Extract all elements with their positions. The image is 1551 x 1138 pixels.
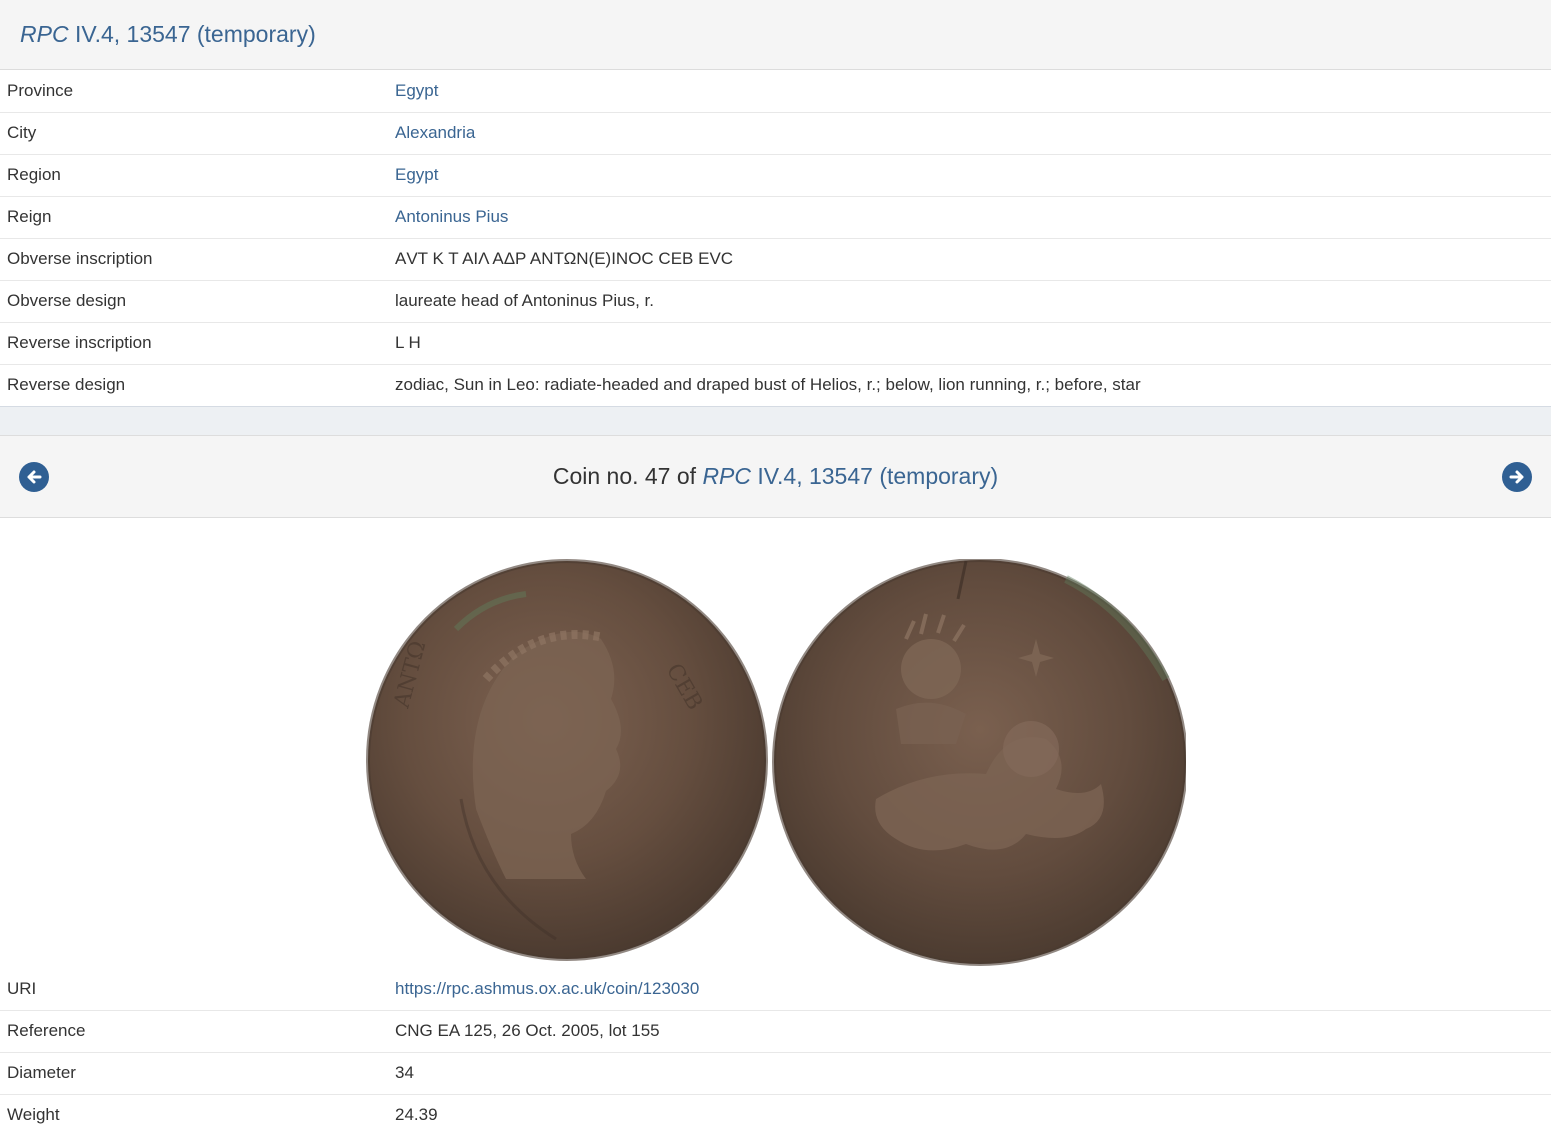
province-label: Province [7, 80, 74, 100]
table-row: Region Egypt [0, 153, 1551, 196]
coin-image-area: ΑΝΤΩ ϹΕΒ [0, 518, 1551, 968]
uri-link[interactable]: https://rpc.ashmus.ox.ac.uk/coin/123030 [395, 979, 699, 998]
next-coin-button[interactable] [1502, 461, 1532, 492]
type-details-panel: Province Egypt City Alexandria Region Eg… [0, 70, 1551, 407]
coin-reverse [772, 559, 1186, 966]
province-link[interactable]: Egypt [395, 81, 438, 100]
coin-type-link[interactable]: RPC IV.4, 13547 (temporary) [702, 463, 998, 489]
coin-nav-header: Coin no. 47 of RPC IV.4, 13547 (temporar… [0, 435, 1551, 518]
type-title-rest: IV.4, 13547 (temporary) [68, 21, 316, 47]
reverse-design-label: Reverse design [0, 363, 388, 406]
weight-label: Weight [0, 1093, 388, 1136]
region-link[interactable]: Egypt [395, 165, 438, 184]
arrow-circle-right-icon [1509, 470, 1524, 483]
diameter-label: Diameter [0, 1051, 388, 1094]
coin-image[interactable]: ΑΝΤΩ ϹΕΒ [366, 559, 1186, 969]
table-row: Weight 24.39 [0, 1093, 1551, 1136]
reign-link[interactable]: Antoninus Pius [395, 207, 508, 226]
uri-label: URI [7, 978, 37, 998]
table-row: Obverse inscription ΑVΤ Κ Τ ΑΙΛ ΑΔΡ ΑΝΤΩ… [0, 237, 1551, 280]
type-details-table: Province Egypt City Alexandria Region Eg… [0, 70, 1551, 406]
table-row: Province Egypt [0, 70, 1551, 112]
table-row: URI https://rpc.ashmus.ox.ac.uk/coin/123… [0, 968, 1551, 1010]
reverse-inscription-label: Reverse inscription [0, 321, 388, 364]
coin-type-rpc: RPC [702, 463, 751, 489]
reverse-design-value: zodiac, Sun in Leo: radiate-headed and d… [388, 363, 1551, 406]
arrow-circle-left-icon [27, 470, 42, 483]
table-row: Reverse design zodiac, Sun in Leo: radia… [0, 363, 1551, 406]
table-row: City Alexandria [0, 111, 1551, 154]
table-row: Obverse design laureate head of Antoninu… [0, 279, 1551, 322]
table-row: Diameter 34 [0, 1051, 1551, 1094]
type-title-link[interactable]: RPC IV.4, 13547 (temporary) [20, 21, 316, 48]
reverse-inscription-value: L H [388, 321, 1551, 364]
obverse-design-label: Obverse design [0, 279, 388, 322]
coin-type-rest: IV.4, 13547 (temporary) [751, 463, 999, 489]
obverse-design-value: laureate head of Antoninus Pius, r. [388, 279, 1551, 322]
table-row: Reign Antoninus Pius [0, 195, 1551, 238]
type-header: RPC IV.4, 13547 (temporary) [0, 0, 1551, 70]
reference-value: CNG EA 125, 26 Oct. 2005, lot 155 [388, 1009, 1551, 1052]
coin-obverse: ΑΝΤΩ ϹΕΒ [366, 559, 768, 961]
previous-coin-button[interactable] [19, 461, 49, 492]
city-link[interactable]: Alexandria [395, 123, 475, 142]
obverse-inscription-value: ΑVΤ Κ Τ ΑΙΛ ΑΔΡ ΑΝΤΩΝ(Ε)ΙΝΟϹ ϹΕΒ ΕVϹ [388, 237, 1551, 280]
reign-label: Reign [0, 195, 388, 238]
panel-gap [0, 407, 1551, 435]
coin-details-table: URI https://rpc.ashmus.ox.ac.uk/coin/123… [0, 968, 1551, 1136]
type-title-rpc: RPC [20, 21, 69, 47]
diameter-value: 34 [388, 1051, 1551, 1094]
reference-label: Reference [0, 1009, 388, 1052]
coin-nav-title: Coin no. 47 of RPC IV.4, 13547 (temporar… [553, 463, 998, 490]
coin-number-text: Coin no. 47 of [552, 463, 703, 489]
table-row: Reverse inscription L H [0, 321, 1551, 364]
obverse-inscription-label: Obverse inscription [0, 237, 388, 280]
weight-value: 24.39 [388, 1093, 1551, 1136]
region-label: Region [0, 153, 388, 196]
city-label: City [0, 111, 388, 154]
table-row: Reference CNG EA 125, 26 Oct. 2005, lot … [0, 1009, 1551, 1052]
